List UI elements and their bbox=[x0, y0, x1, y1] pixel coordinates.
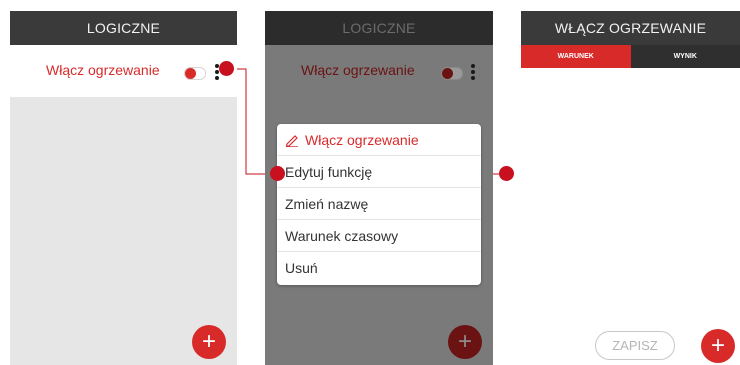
pencil-icon bbox=[285, 135, 298, 147]
plus-icon: + bbox=[201, 328, 216, 355]
menu-item-edit[interactable]: Edytuj funkcję bbox=[277, 156, 481, 188]
page-title: LOGICZNE bbox=[265, 11, 493, 45]
tab-condition[interactable]: WARUNEK bbox=[521, 45, 631, 68]
add-condition-button[interactable]: + bbox=[701, 329, 735, 363]
page-title: WŁĄCZ OGRZEWANIE bbox=[521, 11, 740, 45]
function-row[interactable]: Włącz ogrzewanie bbox=[10, 45, 237, 97]
plus-icon: + bbox=[457, 328, 472, 355]
function-label: Włącz ogrzewanie bbox=[301, 62, 415, 78]
screen-logic-list: LOGICZNE Włącz ogrzewanie + bbox=[10, 11, 237, 365]
annotation-marker bbox=[270, 166, 285, 181]
function-toggle[interactable] bbox=[184, 67, 206, 80]
plus-icon: + bbox=[710, 332, 725, 359]
annotation-marker bbox=[499, 166, 514, 181]
save-button[interactable]: ZAPISZ bbox=[595, 331, 675, 360]
menu-item-time-condition[interactable]: Warunek czasowy bbox=[277, 220, 481, 252]
menu-item-delete[interactable]: Usuń bbox=[277, 252, 481, 284]
function-label: Włącz ogrzewanie bbox=[46, 62, 160, 78]
annotation-marker bbox=[219, 61, 234, 76]
screen-logic-context-menu: LOGICZNE Włącz ogrzewanie Włącz ogrzewan… bbox=[265, 11, 493, 365]
add-function-button[interactable]: + bbox=[448, 325, 482, 359]
function-row[interactable]: Włącz ogrzewanie bbox=[265, 45, 493, 97]
menu-header: Włącz ogrzewanie bbox=[277, 124, 481, 156]
kebab-menu-icon[interactable] bbox=[470, 64, 476, 80]
tab-result[interactable]: WYNIK bbox=[630, 45, 740, 68]
screen-function-editor: WŁĄCZ OGRZEWANIE WARUNEK WYNIK ZAPISZ + bbox=[521, 11, 740, 365]
context-menu: Włącz ogrzewanie Edytuj funkcję Zmień na… bbox=[277, 124, 481, 285]
add-function-button[interactable]: + bbox=[192, 325, 226, 359]
menu-item-rename[interactable]: Zmień nazwę bbox=[277, 188, 481, 220]
menu-header-label: Włącz ogrzewanie bbox=[305, 132, 419, 148]
tab-bar: WARUNEK WYNIK bbox=[521, 45, 740, 68]
function-toggle[interactable] bbox=[441, 67, 463, 80]
page-title: LOGICZNE bbox=[10, 11, 237, 45]
